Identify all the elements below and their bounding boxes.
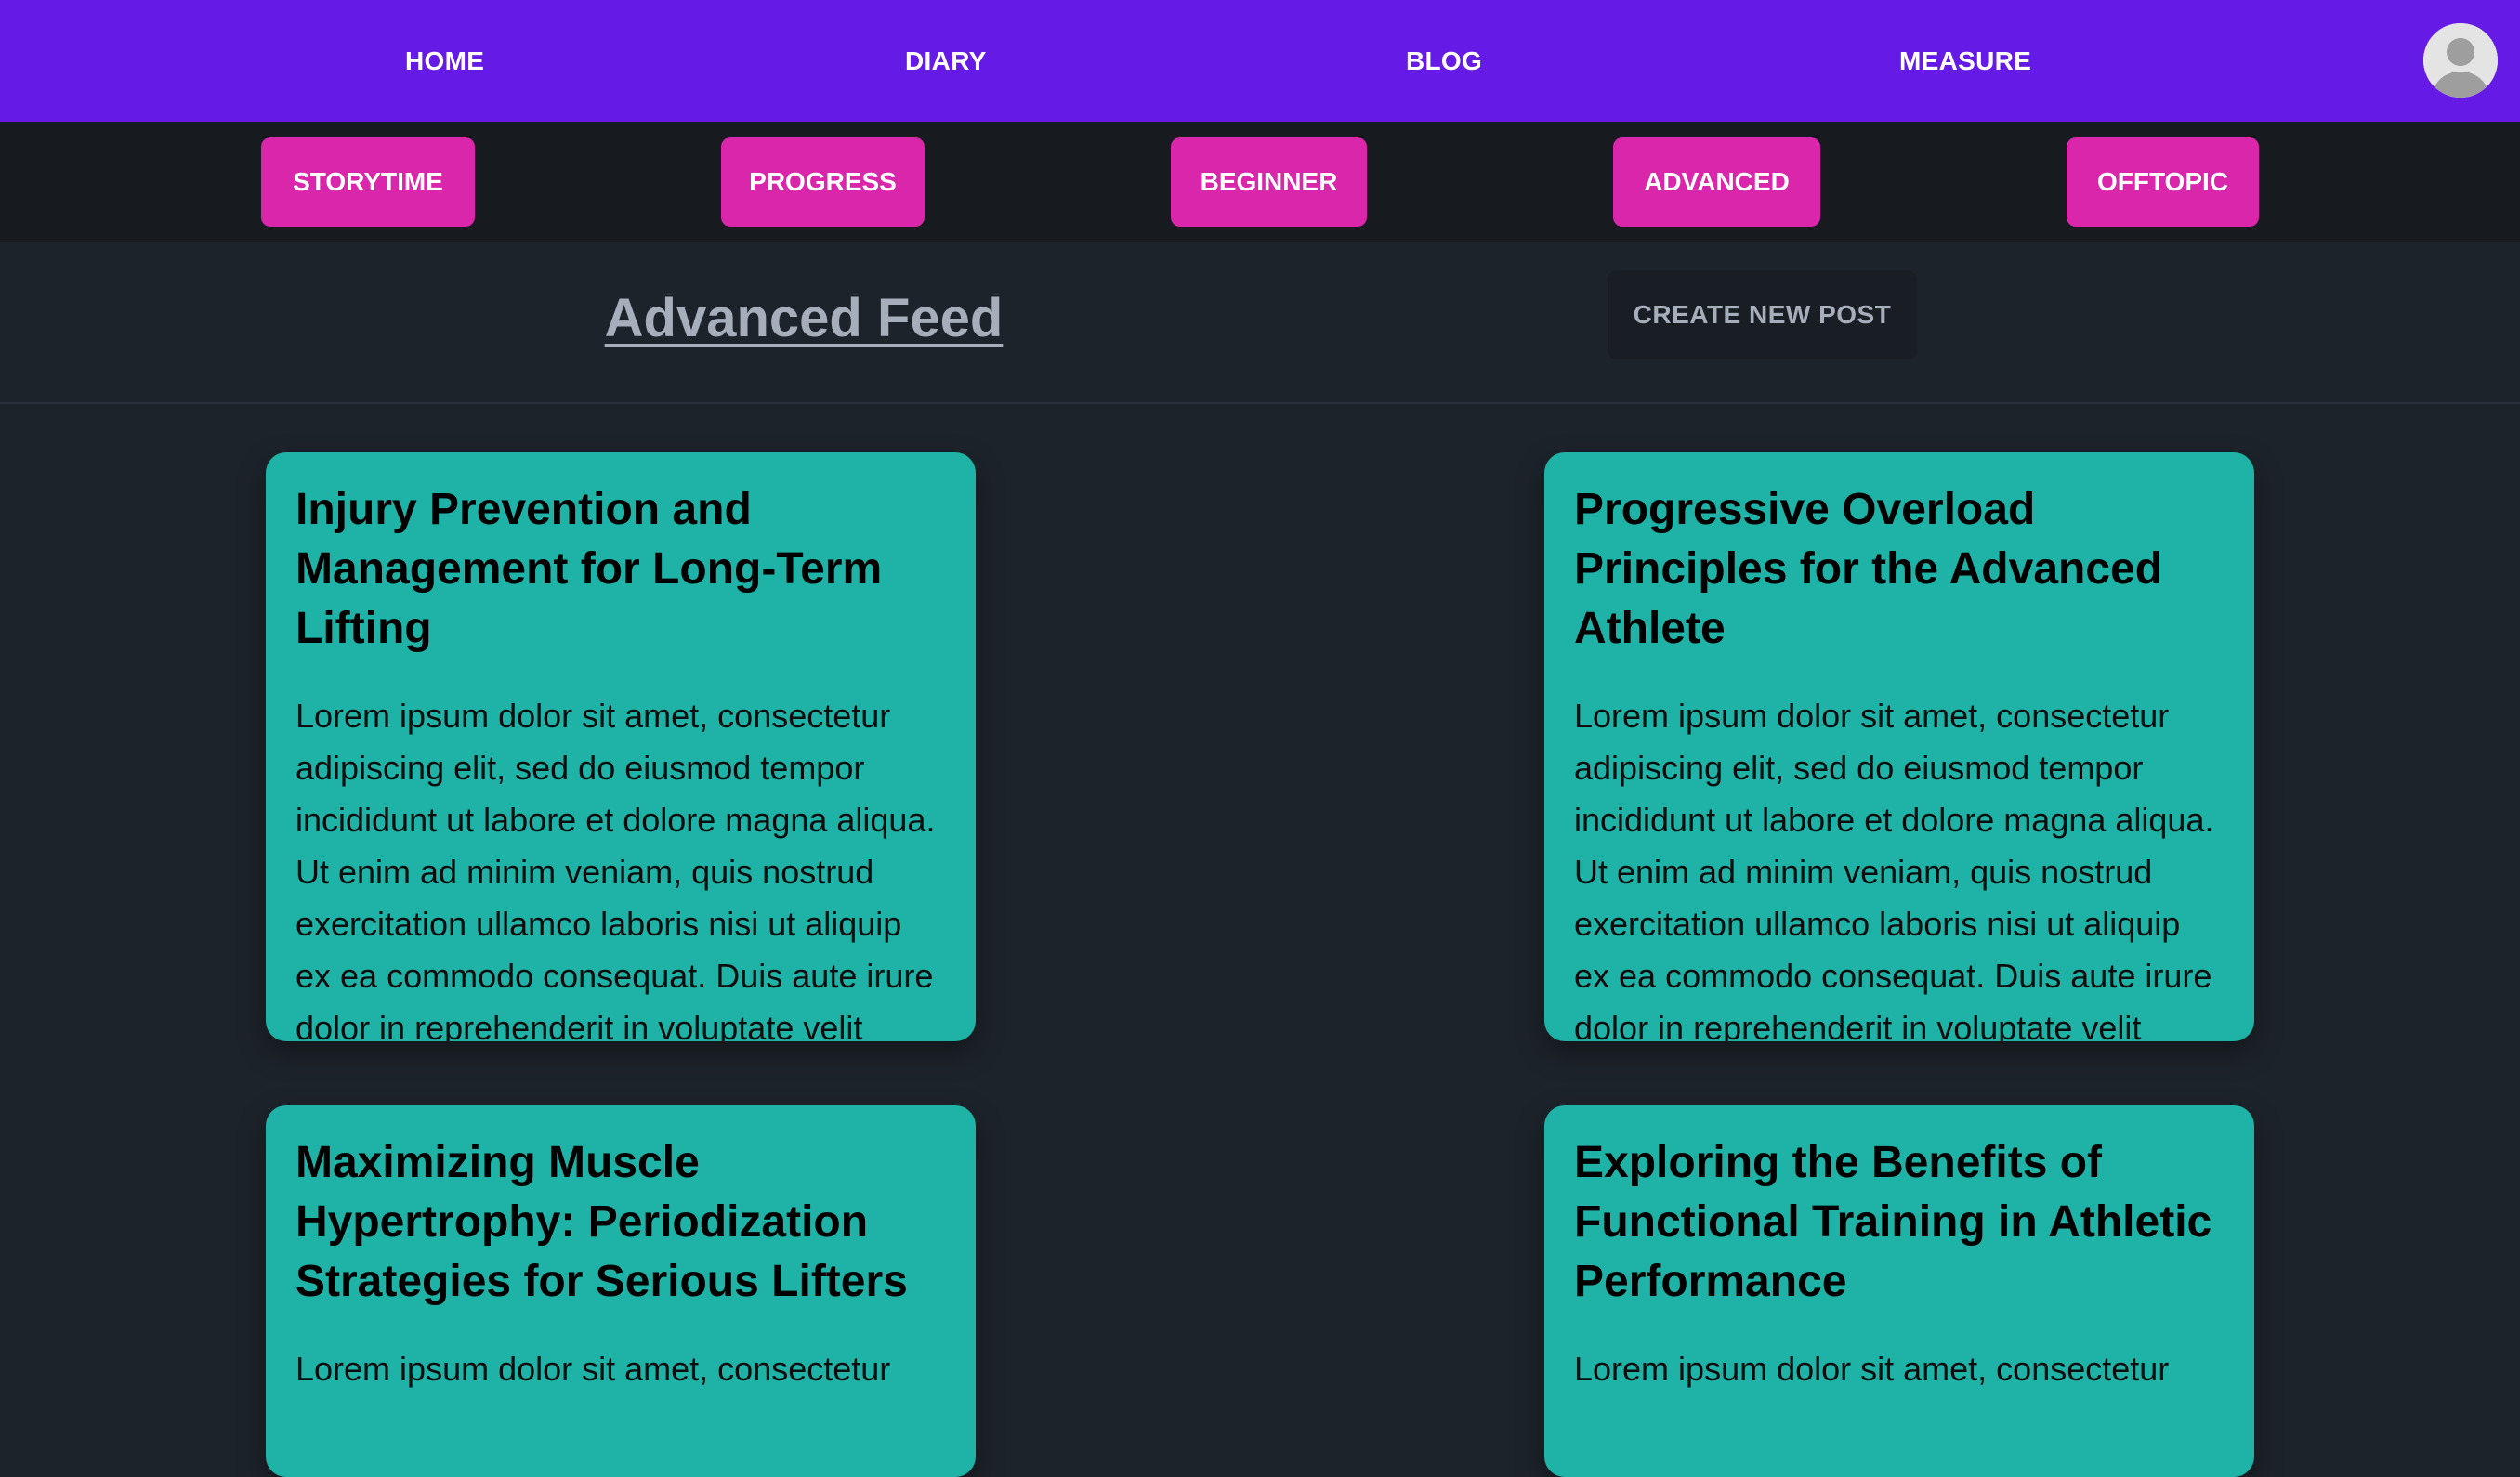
post-excerpt: Lorem ipsum dolor sit amet, consectetur … (1574, 697, 2214, 1041)
category-bar: STORYTIME PROGRESS BEGINNER ADVANCED OFF… (0, 122, 2520, 242)
post-excerpt: Lorem ipsum dolor sit amet, consectetur (295, 1350, 891, 1388)
post-excerpt: Lorem ipsum dolor sit amet, consectetur (1574, 1350, 2170, 1388)
user-avatar-icon[interactable] (2423, 23, 2498, 98)
category-offtopic-button[interactable]: OFFTOPIC (2067, 137, 2259, 227)
category-beginner-button[interactable]: BEGINNER (1171, 137, 1367, 227)
post-title: Injury Prevention and Management for Lon… (295, 485, 883, 653)
post-card[interactable]: Maximizing Muscle Hypertrophy: Periodiza… (266, 1105, 976, 1477)
nav-diary-link[interactable]: DIARY (905, 0, 987, 122)
create-new-post-button[interactable]: CREATE NEW POST (1608, 270, 1917, 359)
nav-measure-link[interactable]: MEASURE (1899, 0, 2031, 122)
post-card[interactable]: Injury Prevention and Management for Lon… (266, 452, 976, 1041)
post-card[interactable]: Exploring the Benefits of Functional Tra… (1544, 1105, 2254, 1477)
nav-blog-link[interactable]: BLOG (1406, 0, 1482, 122)
category-progress-button[interactable]: PROGRESS (721, 137, 925, 227)
post-title: Exploring the Benefits of Functional Tra… (1574, 1138, 2212, 1306)
top-nav: HOME DIARY BLOG MEASURE (0, 0, 2520, 122)
nav-home-link[interactable]: HOME (405, 0, 484, 122)
avatar-silhouette (2423, 23, 2498, 98)
post-title: Progressive Overload Principles for the … (1574, 485, 2163, 653)
category-advanced-button[interactable]: ADVANCED (1613, 137, 1820, 227)
category-storytime-button[interactable]: STORYTIME (261, 137, 475, 227)
feed-header: Advanced Feed CREATE NEW POST (0, 242, 2520, 404)
post-excerpt: Lorem ipsum dolor sit amet, consectetur … (295, 697, 936, 1041)
post-title: Maximizing Muscle Hypertrophy: Periodiza… (295, 1138, 908, 1306)
post-card[interactable]: Progressive Overload Principles for the … (1544, 452, 2254, 1041)
page-title: Advanced Feed (604, 288, 1004, 348)
